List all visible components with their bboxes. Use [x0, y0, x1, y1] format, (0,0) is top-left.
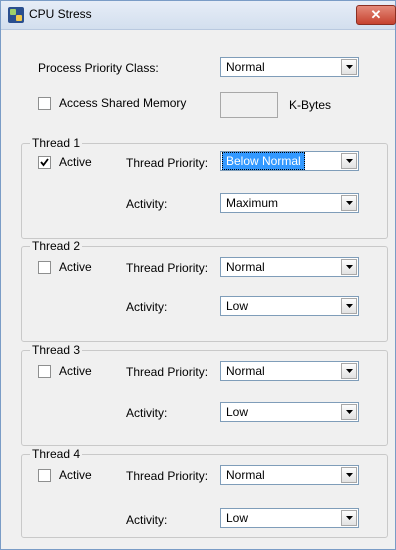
chevron-down-icon[interactable]: [341, 510, 357, 526]
thread-4-priority-select[interactable]: Normal: [220, 465, 359, 485]
cpu-stress-window: CPU Stress ✕ Process Priority Class: Nor…: [0, 0, 396, 550]
chevron-down-icon[interactable]: [341, 363, 357, 379]
thread-1-priority-value: Below Normal: [222, 152, 305, 170]
thread-3-activity-value: Low: [226, 405, 249, 419]
thread-3-activity-select[interactable]: Low: [220, 402, 359, 422]
thread-4-priority-value: Normal: [226, 468, 265, 482]
chevron-down-icon[interactable]: [341, 404, 357, 420]
shared-memory-unit: K-Bytes: [289, 98, 332, 112]
shared-memory-checkbox[interactable]: [38, 97, 51, 110]
process-priority-value: Normal: [226, 60, 265, 74]
thread-3-priority-select[interactable]: Normal: [220, 361, 359, 381]
thread-1-priority-label: Thread Priority:: [126, 156, 209, 170]
thread-4-activity-select[interactable]: Low: [220, 508, 359, 528]
thread-2-activity-select[interactable]: Low: [220, 296, 359, 316]
thread-2-activity-value: Low: [226, 299, 249, 313]
thread-3-priority-label: Thread Priority:: [126, 365, 209, 379]
chevron-down-icon[interactable]: [341, 195, 357, 211]
thread-4-active-label: Active: [59, 468, 92, 482]
thread-3-active-label: Active: [59, 364, 92, 378]
chevron-down-icon[interactable]: [341, 298, 357, 314]
thread-1-title: Thread 1: [30, 136, 83, 150]
thread-4-active-checkbox[interactable]: [38, 469, 51, 482]
process-priority-select[interactable]: Normal: [220, 57, 359, 77]
close-button[interactable]: ✕: [356, 5, 396, 25]
app-icon: [8, 7, 24, 23]
thread-2-activity-label: Activity:: [126, 300, 168, 314]
thread-3-activity-label: Activity:: [126, 406, 168, 420]
thread-1-activity-value: Maximum: [226, 196, 279, 210]
thread-4-activity-value: Low: [226, 511, 249, 525]
shared-memory-label: Access Shared Memory: [59, 96, 187, 110]
thread-2-active-label: Active: [59, 260, 92, 274]
thread-1-active-label: Active: [59, 155, 92, 169]
thread-3-title: Thread 3: [30, 343, 83, 357]
thread-2-active-checkbox[interactable]: [38, 261, 51, 274]
thread-2-priority-select[interactable]: Normal: [220, 257, 359, 277]
thread-3-active-checkbox[interactable]: [38, 365, 51, 378]
thread-2-title: Thread 2: [30, 239, 83, 253]
thread-2-priority-value: Normal: [226, 260, 265, 274]
title-bar[interactable]: CPU Stress ✕: [1, 1, 396, 30]
thread-3-priority-value: Normal: [226, 364, 265, 378]
thread-4-activity-label: Activity:: [126, 513, 168, 527]
thread-4-title: Thread 4: [30, 447, 83, 461]
shared-memory-size-input[interactable]: [220, 92, 278, 118]
checkmark-icon: [40, 158, 49, 167]
chevron-down-icon[interactable]: [341, 153, 357, 169]
chevron-down-icon[interactable]: [341, 59, 357, 75]
process-priority-label: Process Priority Class:: [38, 61, 159, 75]
thread-1-active-checkbox[interactable]: [38, 156, 51, 169]
chevron-down-icon[interactable]: [341, 259, 357, 275]
thread-4-priority-label: Thread Priority:: [126, 469, 209, 483]
chevron-down-icon[interactable]: [341, 467, 357, 483]
window-title: CPU Stress: [29, 7, 92, 21]
thread-1-activity-select[interactable]: Maximum: [220, 193, 359, 213]
thread-2-priority-label: Thread Priority:: [126, 261, 209, 275]
thread-1-activity-label: Activity:: [126, 197, 168, 211]
thread-1-priority-select[interactable]: Below Normal: [220, 151, 359, 171]
